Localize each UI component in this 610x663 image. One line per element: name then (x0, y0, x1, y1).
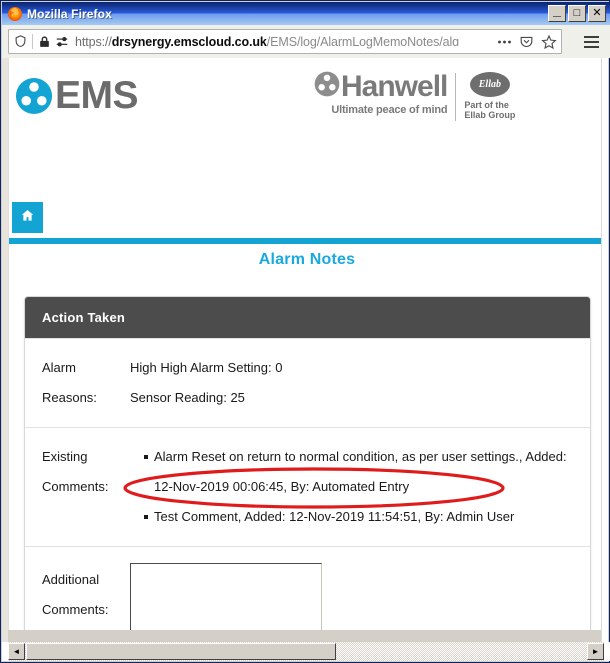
row-additional-comments: Additional Comments: (25, 546, 590, 630)
alarm-reasons-label: Alarm Reasons: (42, 360, 97, 405)
alarm-reasons-value: High High Alarm Setting: 0 Sensor Readin… (130, 339, 590, 427)
additional-comments-input[interactable] (130, 563, 322, 630)
firefox-icon (7, 6, 23, 22)
home-icon (20, 208, 35, 228)
chevron-left-icon: ◄ (12, 646, 21, 656)
close-icon: ✕ (592, 7, 602, 19)
additional-comments-label-line1: Additional (42, 572, 100, 587)
additional-comments-label-line2: Comments: (42, 602, 109, 617)
ems-wordmark: EMS (55, 74, 139, 117)
list-item: Test Comment, Added: 12-Nov-2019 11:54:5… (144, 502, 580, 532)
site-permissions-icon[interactable] (55, 35, 69, 49)
window-titlebar: Mozilla Firefox _ □ ✕ (2, 2, 610, 25)
window-controls: _ □ ✕ (548, 2, 608, 22)
scrollbar-thumb[interactable] (26, 643, 336, 660)
maximize-button[interactable]: □ (568, 5, 586, 22)
row-alarm-reasons: Alarm Reasons: High High Alarm Setting: … (25, 338, 590, 427)
ellab-badge-text: Ellab (478, 79, 501, 90)
ellab-sub-line2: Ellab Group (464, 110, 516, 121)
existing-comments-label-line2: Comments: (42, 479, 109, 494)
ellab-badge: Ellab Part of the Ellab Group (464, 71, 515, 121)
viewport-right-gutter (601, 58, 608, 642)
additional-comments-value (130, 547, 590, 630)
address-bar-actions (497, 34, 557, 50)
ems-logo-icon (15, 77, 53, 115)
ellipsis-icon[interactable] (497, 39, 512, 45)
page-title: Alarm Notes (258, 251, 356, 268)
alarm-reason-line: Sensor Reading: 25 (130, 390, 245, 405)
scroll-right-button[interactable]: ► (587, 643, 604, 660)
list-item: Alarm Reset on return to normal conditio… (144, 442, 580, 502)
hanwell-wordmark: Hanwell (341, 69, 448, 103)
row-existing-comments: Existing Comments: Alarm Reset on return… (25, 427, 590, 546)
existing-comments-value: Alarm Reset on return to normal conditio… (130, 428, 590, 546)
horizontal-scrollbar[interactable]: ◄ ► (2, 642, 610, 661)
url-text[interactable]: https://drsynergy.emscloud.co.uk/EMS/log… (75, 35, 493, 49)
page-viewport: EMS Hanwell Ultimate peace of mind Ellab… (8, 58, 605, 630)
hanwell-logo-icon (314, 71, 340, 102)
site-header: EMS Hanwell Ultimate peace of mind Ellab… (9, 58, 605, 138)
maximize-icon: □ (573, 7, 581, 19)
url-subdomain: drsynergy. (111, 34, 174, 49)
ellab-sub-line1: Part of the (464, 100, 509, 110)
panel-header: Action Taken (25, 297, 590, 338)
close-button[interactable]: ✕ (588, 5, 606, 22)
browser-toolbar: https://drsynergy.emscloud.co.uk/EMS/log… (2, 25, 610, 58)
additional-comments-label: Additional Comments: (25, 547, 130, 630)
logo-divider (455, 73, 457, 121)
window-title: Mozilla Firefox (27, 6, 112, 21)
toolbar-divider (32, 34, 33, 49)
url-host: emscloud.co.uk (173, 34, 267, 49)
padlock-icon[interactable] (38, 35, 51, 49)
action-taken-panel: Action Taken Alarm Reasons: High High Al… (24, 296, 591, 630)
url-path: /EMS/log/AlarmLogMemoNotes/alɑ (266, 34, 460, 49)
ems-logo: EMS (15, 74, 139, 117)
existing-comments-list: Alarm Reset on return to normal conditio… (130, 442, 580, 532)
star-icon[interactable] (541, 34, 557, 50)
tracking-protection-shield-icon[interactable] (13, 34, 28, 49)
viewport-left-gutter (2, 58, 8, 642)
url-scheme: https:// (75, 34, 112, 49)
existing-comments-label: Existing Comments: (25, 428, 130, 546)
alarm-reason-line: High High Alarm Setting: 0 (130, 360, 283, 375)
hamburger-menu-icon[interactable] (578, 29, 604, 54)
minimize-icon: _ (553, 2, 561, 18)
chevron-right-icon: ► (591, 646, 600, 656)
scroll-left-button[interactable]: ◄ (8, 643, 25, 660)
browser-window: Mozilla Firefox _ □ ✕ https://drsynergy.… (0, 0, 610, 663)
accent-rule (9, 238, 605, 244)
address-bar[interactable]: https://drsynergy.emscloud.co.uk/EMS/log… (8, 29, 562, 54)
home-button[interactable] (12, 202, 43, 233)
existing-comments-label-line1: Existing (42, 449, 88, 464)
hanwell-tagline: Ultimate peace of mind (331, 104, 448, 116)
hanwell-logo: Hanwell Ultimate peace of mind Ellab Par… (314, 71, 515, 121)
minimize-button[interactable]: _ (548, 2, 566, 22)
pocket-icon[interactable] (519, 34, 534, 49)
